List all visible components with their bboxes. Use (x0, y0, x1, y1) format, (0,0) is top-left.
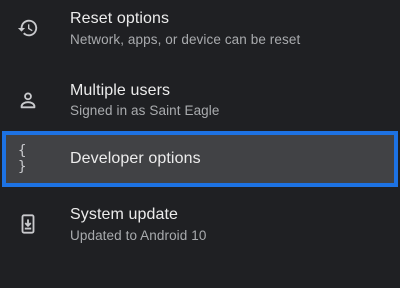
reset-options-title: Reset options (70, 10, 170, 27)
multiple-users-subtitle: Signed in as Saint Eagle (70, 103, 220, 118)
history-icon (16, 16, 40, 40)
settings-item-developer-options[interactable]: { } Developer options (2, 131, 398, 187)
system-update-subtitle: Updated to Android 10 (70, 228, 207, 243)
system-update-icon (16, 212, 40, 236)
settings-list: Reset options Network, apps, or device c… (0, 0, 400, 288)
system-update-title: System update (70, 206, 179, 223)
settings-item-reset-options[interactable]: Reset options Network, apps, or device c… (0, 0, 400, 60)
braces-icon: { } (18, 143, 27, 175)
developer-options-title: Developer options (70, 150, 201, 167)
multiple-users-title: Multiple users (70, 82, 171, 99)
settings-item-system-update[interactable]: System update Updated to Android 10 (0, 196, 400, 256)
reset-options-subtitle: Network, apps, or device can be reset (70, 32, 301, 47)
person-icon (16, 88, 40, 112)
settings-item-multiple-users[interactable]: Multiple users Signed in as Saint Eagle (0, 72, 400, 128)
